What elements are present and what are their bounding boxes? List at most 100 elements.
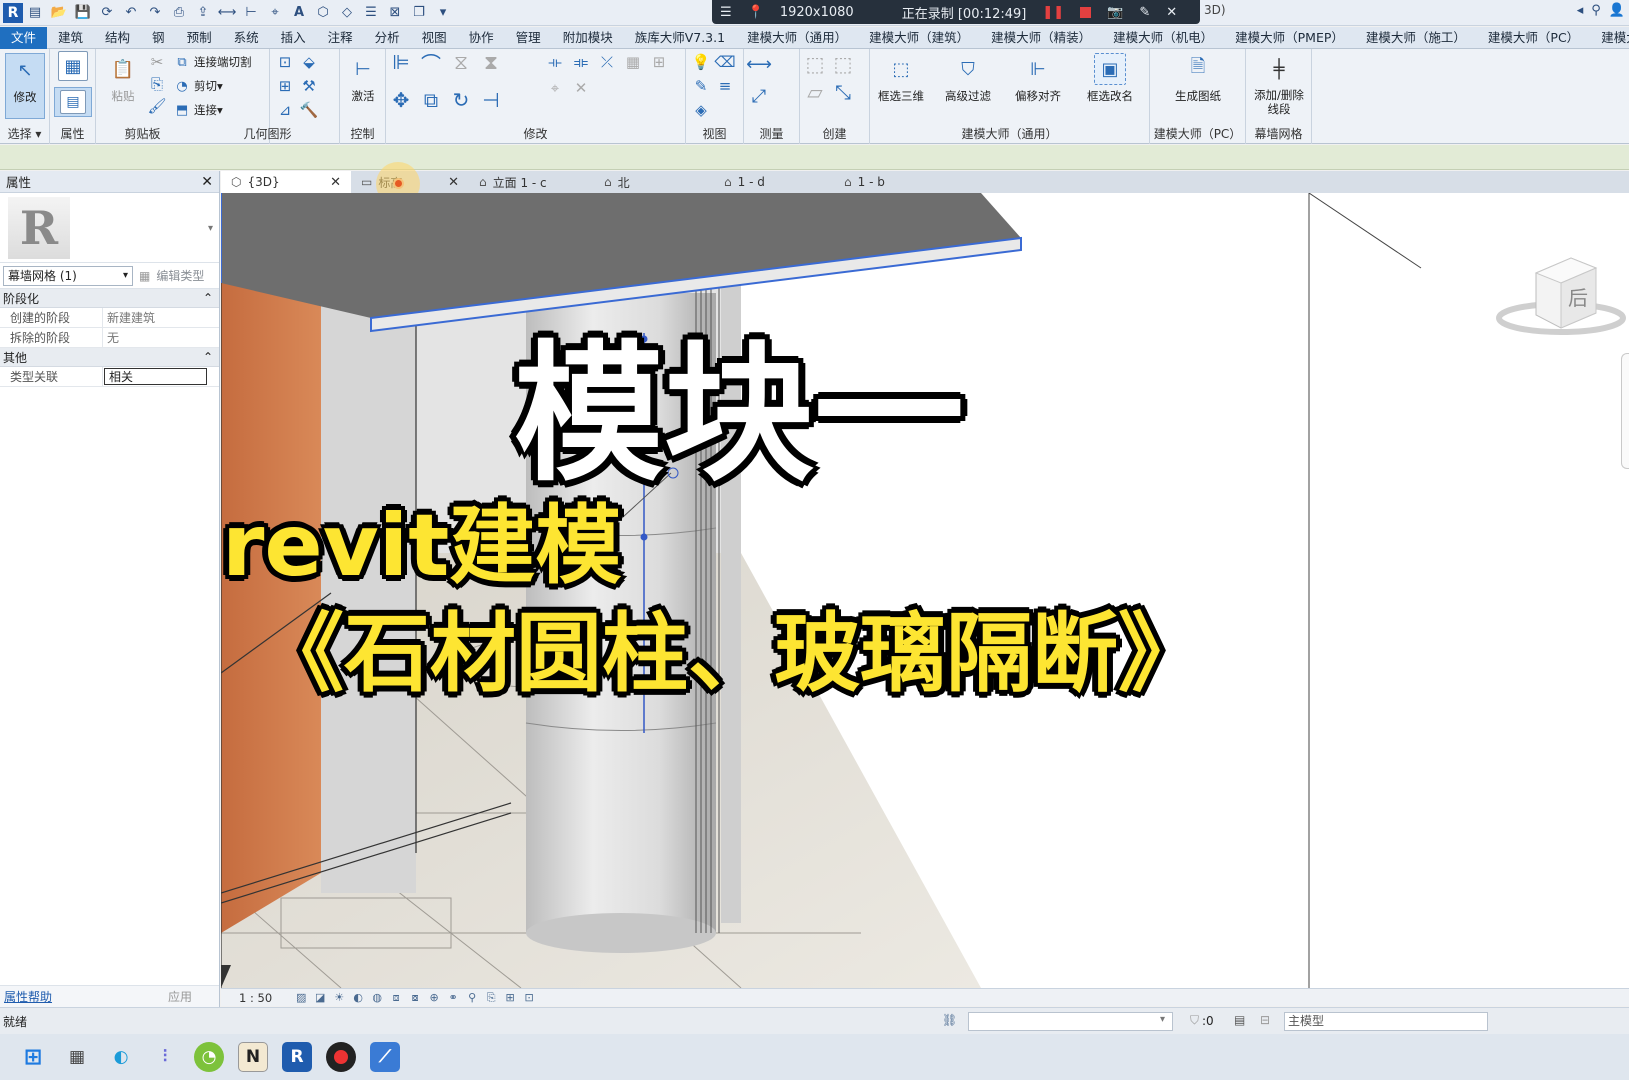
detail-level-icon[interactable]: ▨: [294, 991, 308, 1004]
chart-app-icon[interactable]: ⟋: [370, 1042, 400, 1072]
match-icon[interactable]: 🖌: [147, 97, 166, 115]
view-tab-3[interactable]: ⌂ 北: [594, 171, 714, 193]
worksets-icon[interactable]: ⛓: [942, 1013, 957, 1027]
menu-tab-6[interactable]: 插入: [270, 27, 317, 49]
print-icon[interactable]: ⎙: [170, 4, 188, 22]
select-3d-button[interactable]: ⬚ 框选三维: [870, 53, 932, 119]
sun-path-icon[interactable]: ☀: [332, 991, 346, 1004]
activate-button[interactable]: ⊢ 激活: [340, 53, 386, 119]
dimension-icon[interactable]: ⊢: [242, 4, 260, 22]
menu-icon[interactable]: ☰: [720, 5, 732, 20]
create-group-icon[interactable]: ▱: [806, 80, 824, 104]
visual-style-icon[interactable]: ◪: [313, 991, 327, 1004]
scale-icon[interactable]: ⊞: [650, 53, 668, 71]
camera-icon[interactable]: 📷: [1107, 5, 1123, 20]
workset-select[interactable]: [968, 1012, 1173, 1031]
design-options-icon[interactable]: ▤: [1234, 1013, 1245, 1027]
view-tab-5[interactable]: ⌂ 1 - b: [834, 171, 954, 193]
menu-tab-10[interactable]: 协作: [458, 27, 505, 49]
linework-icon[interactable]: ✎: [692, 77, 710, 95]
align-icon[interactable]: ⊿: [276, 101, 294, 119]
move-icon[interactable]: ✥: [392, 88, 410, 112]
menu-tab-8[interactable]: 分析: [364, 27, 411, 49]
menu-tab-21[interactable]: 建模大师（钢构）: [1590, 27, 1629, 49]
edge-browser-icon[interactable]: ◐: [106, 1042, 136, 1072]
create-parts-icon[interactable]: ⬚: [834, 52, 853, 76]
instance-filter-select[interactable]: 幕墙网格 (1) ▾: [3, 265, 133, 286]
cut-icon[interactable]: ✂: [148, 53, 166, 71]
redo-icon[interactable]: ↷: [146, 4, 164, 22]
view-scale[interactable]: 1 : 50: [239, 991, 272, 1005]
notion-icon[interactable]: N: [238, 1042, 268, 1072]
lines-icon[interactable]: ≡: [716, 77, 734, 95]
show-crop-icon[interactable]: ⧇: [408, 991, 422, 1004]
menu-tab-11[interactable]: 管理: [505, 27, 552, 49]
eraser-icon[interactable]: ⌫: [714, 53, 735, 71]
demolish-icon[interactable]: ⚒: [300, 77, 318, 95]
menu-tab-3[interactable]: 钢: [141, 27, 176, 49]
property-category[interactable]: 其他 ⌃: [0, 348, 219, 367]
switch-windows-icon[interactable]: ❐: [410, 4, 428, 22]
bulb-icon[interactable]: 💡: [692, 53, 711, 71]
close-icon[interactable]: ✕: [448, 175, 459, 190]
recorder-icon[interactable]: [326, 1042, 356, 1072]
generate-sheet-button[interactable]: 🗎 生成图纸: [1162, 53, 1234, 119]
close-hidden-icon[interactable]: ⊠: [386, 4, 404, 22]
advanced-filter-button[interactable]: ⛉ 高级过滤: [934, 53, 1002, 119]
temp-properties-icon[interactable]: ⎘: [484, 991, 498, 1004]
chevron-left-icon[interactable]: ◂: [1577, 3, 1584, 18]
revit-taskbar-icon[interactable]: R: [282, 1042, 312, 1072]
menu-tab-9[interactable]: 视图: [411, 27, 458, 49]
offset-icon[interactable]: ⌒: [421, 52, 441, 76]
menu-tab-16[interactable]: 建模大师（精装）: [980, 27, 1102, 49]
join-button[interactable]: ⬒ 连接 ▾: [174, 100, 223, 120]
worksharing-icon[interactable]: ⊞: [503, 991, 517, 1004]
properties-help-link[interactable]: 属性帮助: [4, 988, 52, 1005]
thin-lines-icon[interactable]: ☰: [362, 4, 380, 22]
mirror-axis-icon[interactable]: ⧖: [452, 50, 470, 74]
editable-only-icon[interactable]: ⊟: [1260, 1013, 1270, 1027]
property-category[interactable]: 阶段化 ⌃: [0, 289, 219, 308]
customize-icon[interactable]: ▾: [434, 4, 452, 22]
stop-icon[interactable]: [1080, 6, 1092, 18]
menu-tab-5[interactable]: 系统: [223, 27, 270, 49]
home-icon[interactable]: ▤: [26, 4, 44, 22]
split-gap-icon[interactable]: ⟚: [572, 53, 590, 71]
close-icon[interactable]: ✕: [330, 175, 341, 190]
close-icon[interactable]: ✕: [1166, 5, 1177, 20]
lock-view-icon[interactable]: ⊕: [427, 991, 441, 1004]
tag-icon[interactable]: ⌖: [266, 4, 284, 22]
menu-tab-1[interactable]: 建筑: [47, 27, 94, 49]
split-face-icon[interactable]: ⬙: [300, 53, 318, 71]
open-icon[interactable]: 📂: [50, 4, 68, 22]
copy-tool-icon[interactable]: ⧉: [422, 88, 440, 112]
section-icon[interactable]: ◇: [338, 4, 356, 22]
properties-toggle-button[interactable]: ▤: [54, 87, 92, 117]
design-option-select[interactable]: 主模型: [1284, 1012, 1488, 1031]
rotate-icon[interactable]: ↻: [452, 88, 470, 112]
create-similar-icon[interactable]: ⤡: [834, 80, 852, 104]
hammer-icon[interactable]: 🔨: [300, 101, 319, 119]
menu-tab-0[interactable]: 文件: [0, 26, 48, 49]
view-tab-4[interactable]: ⌂ 1 - d: [714, 171, 834, 193]
paint-icon[interactable]: ⊞: [276, 77, 294, 95]
apply-button[interactable]: 应用: [145, 988, 215, 1005]
binoculars-icon[interactable]: ⚲: [1591, 3, 1601, 18]
menu-tab-17[interactable]: 建模大师（机电）: [1102, 27, 1224, 49]
menu-tab-20[interactable]: 建模大师（PC）: [1477, 27, 1590, 49]
rename-button[interactable]: ▣ 框选改名: [1076, 53, 1144, 119]
pause-icon[interactable]: ❚❚: [1042, 5, 1064, 20]
revit-logo[interactable]: R: [3, 2, 23, 23]
menu-tab-14[interactable]: 建模大师（通用）: [736, 27, 858, 49]
copy-icon[interactable]: ⎘: [148, 75, 166, 93]
save-icon[interactable]: 💾: [74, 4, 92, 22]
grid-point-mid[interactable]: [640, 533, 648, 541]
calculator-icon[interactable]: ▦: [62, 1042, 92, 1072]
cut-geometry-button[interactable]: ⧉ 连接端切割: [174, 52, 251, 72]
close-icon[interactable]: ✕: [201, 174, 213, 190]
sync-icon[interactable]: ⟳: [98, 4, 116, 22]
3d-view-icon[interactable]: ⬡: [314, 4, 332, 22]
chevron-down-icon[interactable]: ▾: [208, 223, 213, 234]
property-value[interactable]: 相关: [104, 368, 207, 385]
add-remove-segment-button[interactable]: ╪ 添加/删除线段: [1250, 53, 1308, 119]
